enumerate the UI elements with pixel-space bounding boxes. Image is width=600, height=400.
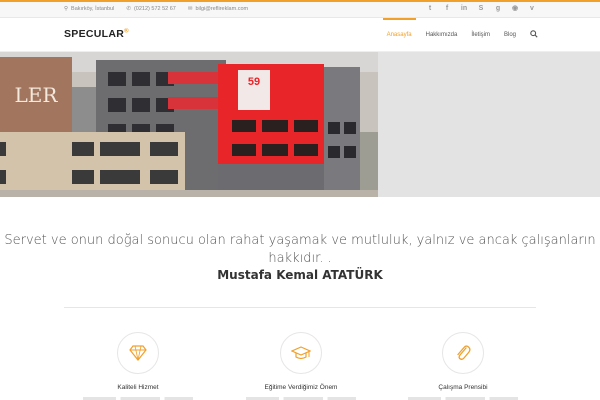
- feature-calisma-prensibi: Çalışma Prensibi: [383, 332, 543, 400]
- feature-icon-circle: [442, 332, 484, 374]
- linkedin-icon[interactable]: in: [460, 5, 468, 13]
- feature-title: Çalışma Prensibi: [438, 384, 488, 391]
- vine-icon[interactable]: v: [528, 5, 536, 13]
- feature-icon-circle: [280, 332, 322, 374]
- social-links: t f in S g ◉ v: [426, 5, 536, 13]
- section-divider: [64, 307, 536, 308]
- paperclip-icon: [457, 345, 471, 360]
- feature-icon-circle: [117, 332, 159, 374]
- graduation-cap-icon: [291, 346, 311, 360]
- location-item: ⚲ Bakırköy, İstanbul: [64, 6, 114, 12]
- contact-info: ⚲ Bakırköy, İstanbul ✆ (0212) 572 52 67 …: [64, 6, 248, 12]
- feature-egitim: Eğitime Verdiğimiz Önem: [221, 332, 381, 400]
- envelope-icon: ✉: [187, 6, 193, 12]
- twitter-icon[interactable]: t: [426, 5, 434, 13]
- building-sign-number: 59: [248, 76, 260, 88]
- logo-text: SPECULAR: [64, 28, 125, 40]
- feature-title: Eğitime Verdiğimiz Önem: [264, 384, 338, 391]
- facebook-icon[interactable]: f: [443, 5, 451, 13]
- quote-line-2: hakkıdır. .: [268, 251, 332, 266]
- nav-item-anasayfa[interactable]: Anasayfa: [382, 18, 416, 52]
- skype-icon[interactable]: S: [477, 5, 485, 13]
- feature-kaliteli-hizmet: Kaliteli Hizmet: [58, 332, 218, 400]
- google-plus-icon[interactable]: g: [494, 5, 502, 13]
- quote-text: Servet ve onun doğal sonucu olan rahat y…: [0, 232, 600, 268]
- building-side-lettering: LER: [15, 83, 59, 107]
- hero-slider-image: 59 LER: [0, 52, 600, 197]
- dribbble-icon[interactable]: ◉: [511, 5, 519, 13]
- quote-line-1: Servet ve onun doğal sonucu olan rahat y…: [4, 233, 596, 248]
- phone-icon: ✆: [126, 6, 131, 12]
- nav-item-iletisim[interactable]: İletişim: [471, 32, 490, 38]
- main-menu: Anasayfa Hakkımızda İletişim Blog: [382, 18, 538, 52]
- phone-item[interactable]: ✆ (0212) 572 52 67: [126, 6, 176, 12]
- email-item[interactable]: ✉ bilgi@reflireklam.com: [188, 6, 248, 12]
- quote-author: Mustafa Kemal ATATÜRK: [217, 268, 383, 282]
- diamond-icon: [129, 345, 147, 361]
- main-navbar: SPECULAR® Anasayfa Hakkımızda İletişim B…: [0, 18, 600, 52]
- feature-title: Kaliteli Hizmet: [117, 384, 159, 391]
- nav-item-blog[interactable]: Blog: [504, 32, 516, 38]
- location-text: Bakırköy, İstanbul: [71, 6, 115, 12]
- nav-item-hakkimizda[interactable]: Hakkımızda: [426, 32, 458, 38]
- site-logo[interactable]: SPECULAR®: [64, 28, 129, 40]
- building-photo: 59 LER: [0, 52, 600, 197]
- top-info-bar: ⚲ Bakırköy, İstanbul ✆ (0212) 572 52 67 …: [0, 0, 600, 18]
- phone-text: (0212) 572 52 67: [133, 6, 176, 12]
- search-icon[interactable]: [530, 30, 538, 40]
- email-text: bilgi@reflireklam.com: [195, 6, 249, 12]
- map-marker-icon: ⚲: [64, 6, 69, 12]
- logo-mark: ®: [124, 28, 129, 35]
